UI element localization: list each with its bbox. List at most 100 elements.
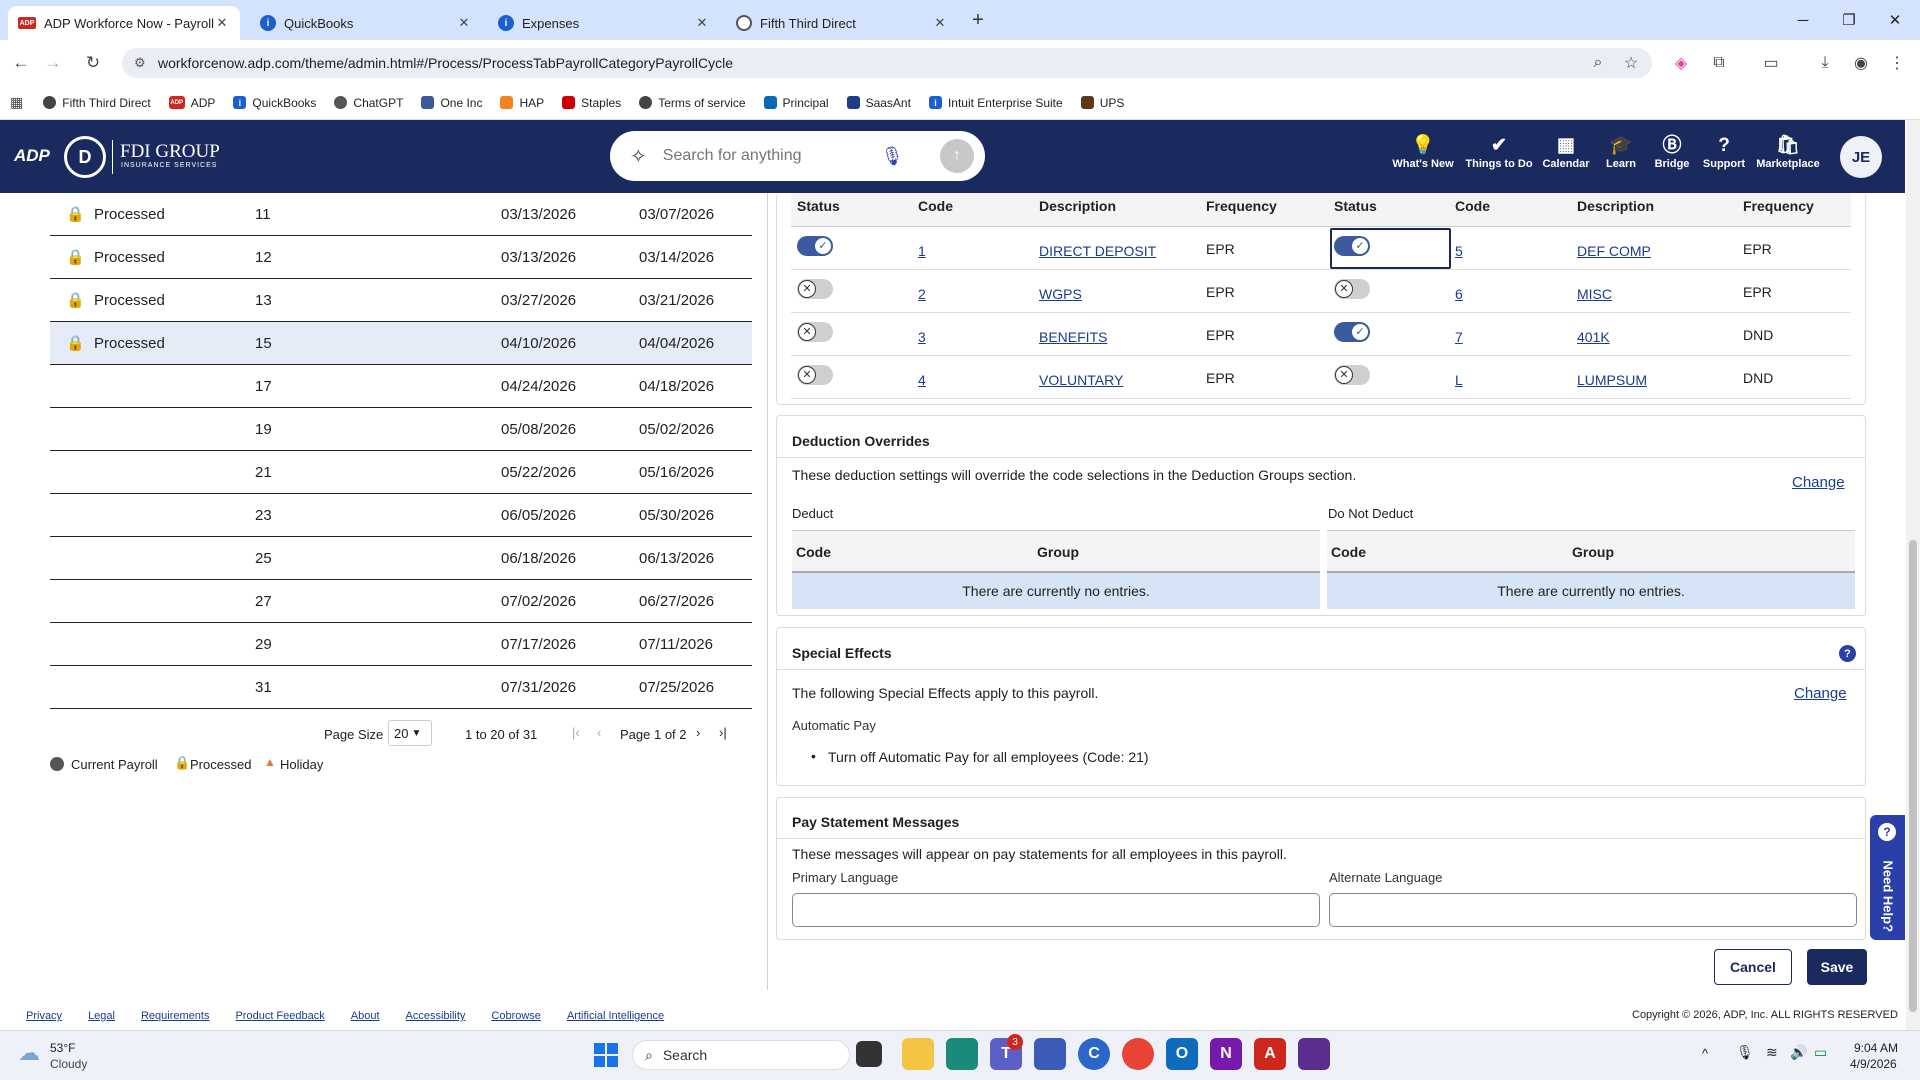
chrome-icon[interactable]: [1122, 1038, 1154, 1070]
deduction-code-link[interactable]: 3: [918, 329, 926, 345]
page-scrollbar[interactable]: [1906, 120, 1920, 1030]
acrobat-icon[interactable]: A: [1254, 1038, 1286, 1070]
download-icon[interactable]: ⤓: [1812, 50, 1838, 76]
menu-icon[interactable]: ⋮: [1884, 50, 1910, 76]
prev-page-icon[interactable]: ‹: [597, 725, 601, 740]
taskbar-search[interactable]: ⌕ Search: [632, 1040, 850, 1070]
onenote-icon[interactable]: N: [1210, 1038, 1242, 1070]
footer-link-legal[interactable]: Legal: [88, 1010, 115, 1022]
browser-tab-expenses[interactable]: i Expenses ✕: [488, 6, 720, 40]
next-page-icon[interactable]: ›: [696, 725, 700, 740]
avatar[interactable]: JE: [1840, 136, 1882, 178]
outlook-icon[interactable]: O: [1166, 1038, 1198, 1070]
clock-time[interactable]: 9:04 AM: [1854, 1041, 1898, 1055]
bookmark-chatgpt[interactable]: ChatGPT: [334, 96, 403, 110]
close-tab-icon[interactable]: ✕: [932, 15, 948, 31]
deduction-code-link[interactable]: L: [1455, 372, 1463, 388]
volume-icon[interactable]: 🔊: [1790, 1044, 1807, 1061]
clock-date[interactable]: 4/9/2026: [1850, 1057, 1897, 1071]
bookmark-quickbooks[interactable]: i QuickBooks: [233, 96, 316, 110]
site-info-icon[interactable]: ⚙: [134, 55, 146, 71]
table-row[interactable]: 29 07/17/2026 07/11/2026: [50, 623, 752, 666]
back-icon[interactable]: ←: [6, 48, 36, 78]
deduction-description-link[interactable]: DEF COMP: [1577, 243, 1651, 259]
nav-calendar[interactable]: ▦ Calendar: [1540, 134, 1592, 170]
cancel-button[interactable]: Cancel: [1714, 949, 1792, 985]
bookmark-saasant[interactable]: SaasAnt: [846, 96, 911, 110]
apps-grid-icon[interactable]: ▦: [10, 94, 23, 111]
windows-start-icon[interactable]: [594, 1043, 618, 1067]
page-size-select[interactable]: 20 ▼: [388, 720, 432, 746]
bookmark-one-inc[interactable]: One Inc: [421, 96, 482, 110]
primary-language-input[interactable]: [792, 893, 1320, 927]
nav-things-to-do[interactable]: ✔ Things to Do: [1464, 134, 1534, 170]
global-search[interactable]: ✧ 🎙 ↑: [610, 131, 985, 181]
save-button[interactable]: Save: [1807, 949, 1867, 985]
restore-icon[interactable]: ❐: [1826, 0, 1872, 40]
bookmark-hap[interactable]: HAP: [500, 96, 544, 110]
bookmark-ups[interactable]: UPS: [1080, 96, 1124, 110]
wifi-icon[interactable]: ≋: [1766, 1044, 1778, 1061]
footer-link-accessibility[interactable]: Accessibility: [406, 1010, 466, 1022]
deduction-description-link[interactable]: BENEFITS: [1039, 329, 1107, 345]
close-tab-icon[interactable]: ✕: [456, 15, 472, 31]
deduction-code-link[interactable]: 6: [1455, 286, 1463, 302]
deduction-code-link[interactable]: 5: [1455, 243, 1463, 259]
bookmark-adp[interactable]: ADP ADP: [168, 96, 215, 110]
status-toggle-on[interactable]: ✓: [1334, 236, 1370, 256]
copilot-icon[interactable]: C: [1078, 1038, 1110, 1070]
adp-logo[interactable]: ADP: [14, 146, 50, 166]
table-row[interactable]: 21 05/22/2026 05/16/2026: [50, 451, 752, 494]
nav-bridge[interactable]: Ⓑ Bridge: [1648, 134, 1696, 170]
status-toggle-off[interactable]: ✕: [797, 365, 833, 385]
deduction-description-link[interactable]: WGPS: [1039, 286, 1082, 302]
table-row[interactable]: 🔒 Processed 12 03/13/2026 03/14/2026: [50, 236, 752, 279]
footer-link-artificial-intelligence[interactable]: Artificial Intelligence: [567, 1010, 664, 1022]
nav-learn[interactable]: 🎓 Learn: [1600, 134, 1642, 170]
footer-link-about[interactable]: About: [351, 1010, 380, 1022]
search-submit-icon[interactable]: ↑: [940, 139, 974, 173]
status-toggle-off[interactable]: ✕: [797, 279, 833, 299]
status-toggle-off[interactable]: ✕: [1334, 365, 1370, 385]
profile-icon[interactable]: ◉: [1848, 50, 1874, 76]
weather-temp[interactable]: 53°F: [50, 1041, 75, 1055]
scrollbar-thumb[interactable]: [1909, 540, 1917, 1012]
nav-whats-new[interactable]: 💡 What's New: [1391, 134, 1455, 170]
table-row[interactable]: 23 06/05/2026 05/30/2026: [50, 494, 752, 537]
deduction-code-link[interactable]: 1: [918, 243, 926, 259]
table-row[interactable]: 25 06/18/2026 06/13/2026: [50, 537, 752, 580]
last-page-icon[interactable]: ›|: [719, 725, 727, 740]
battery-icon[interactable]: ▭: [1814, 1044, 1827, 1061]
forward-icon[interactable]: →: [38, 48, 68, 78]
table-row[interactable]: 31 07/31/2026 07/25/2026: [50, 666, 752, 709]
footer-link-privacy[interactable]: Privacy: [26, 1010, 62, 1022]
bookmark-fifth-third[interactable]: Fifth Third Direct: [43, 96, 151, 110]
change-special-effects-link[interactable]: Change: [1794, 685, 1847, 702]
zoom-icon[interactable]: ⌕: [1585, 50, 1611, 76]
browser-tab-quickbooks[interactable]: i QuickBooks ✕: [250, 6, 482, 40]
minimize-icon[interactable]: ─: [1780, 0, 1826, 40]
browser-tab-adp[interactable]: ADP ADP Workforce Now - Payroll S ✕: [8, 6, 240, 40]
alternate-language-input[interactable]: [1329, 893, 1857, 927]
status-toggle-on[interactable]: ✓: [797, 236, 833, 256]
table-row[interactable]: 🔒 Processed 13 03/27/2026 03/21/2026: [50, 279, 752, 322]
edge-icon[interactable]: [946, 1038, 978, 1070]
table-row-selected[interactable]: 🔒 Processed 15 04/10/2026 04/04/2026: [50, 322, 752, 365]
footer-link-cobrowse[interactable]: Cobrowse: [491, 1010, 541, 1022]
people-app-icon[interactable]: [1034, 1038, 1066, 1070]
nav-support[interactable]: ? Support: [1700, 134, 1748, 170]
chevron-up-icon[interactable]: ^: [1702, 1046, 1708, 1061]
bookmark-principal[interactable]: Principal: [763, 96, 829, 110]
task-view-icon[interactable]: [856, 1041, 882, 1067]
tab-search-icon[interactable]: ▭: [1758, 50, 1784, 76]
table-row[interactable]: 19 05/08/2026 05/02/2026: [50, 408, 752, 451]
close-window-icon[interactable]: ✕: [1872, 0, 1918, 40]
table-row[interactable]: 🔒 Processed 11 03/13/2026 03/07/2026: [50, 193, 752, 236]
app-purple-icon[interactable]: [1298, 1038, 1330, 1070]
need-help-tab[interactable]: ? Need Help?: [1870, 815, 1905, 940]
deduction-description-link[interactable]: 401K: [1577, 329, 1610, 345]
microphone-icon[interactable]: 🎙: [881, 146, 904, 167]
close-tab-icon[interactable]: ✕: [694, 15, 710, 31]
close-tab-icon[interactable]: ✕: [214, 15, 230, 31]
microphone-icon[interactable]: 🎙: [1736, 1044, 1754, 1061]
